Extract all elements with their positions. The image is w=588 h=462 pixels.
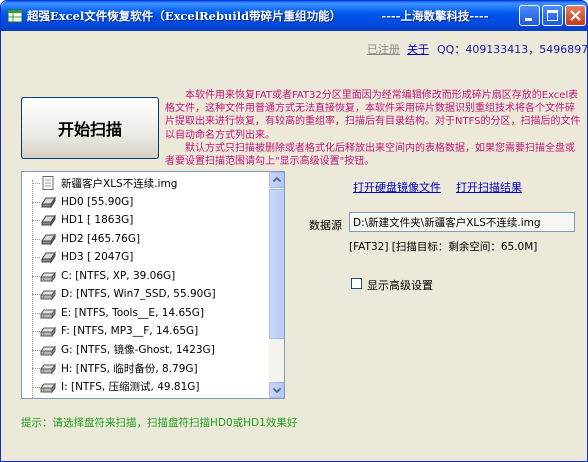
drive-tree-item-label: HD1 [ 1863G]: [61, 214, 134, 226]
open-scan-results-link[interactable]: 打开扫描结果: [456, 179, 522, 195]
drive-tree-item-label: C: [NTFS, XP, 39.06G]: [61, 269, 176, 282]
partition-icon: [40, 382, 56, 393]
drive-tree[interactable]: 新疆客户XLS不连续.img HD0 [55.90G] HD1 [ 1863G] HD…: [21, 171, 285, 399]
partition-icon: [40, 308, 56, 319]
drive-tree-item[interactable]: F: [NTFS, MP3__F, 14.65G]: [40, 322, 198, 340]
scroll-thumb[interactable]: [269, 189, 284, 339]
drive-tree-item[interactable]: HD2 [465.76G]: [40, 230, 140, 248]
partition-icon: [40, 345, 56, 356]
minimize-button[interactable]: [519, 5, 540, 26]
drive-tree-item[interactable]: C: [NTFS, XP, 39.06G]: [40, 267, 175, 285]
drive-tree-item[interactable]: I: [NTFS, 压缩测试, 49.81G]: [40, 378, 200, 396]
drive-tree-item[interactable]: 新疆客户XLS不连续.img: [40, 174, 177, 192]
open-disk-image-link[interactable]: 打开硬盘镜像文件: [353, 179, 441, 195]
start-scan-button[interactable]: 开始扫描: [21, 97, 159, 159]
partition-icon: [40, 271, 56, 282]
drive-tree-item[interactable]: H: [NTFS, 临时备份, 8.79G]: [40, 359, 198, 377]
title-bar[interactable]: 超强Excel文件恢复软件（ExcelRebuild带碎片重组功能） ----上…: [1, 1, 587, 31]
hard-disk-icon: [41, 232, 56, 246]
partition-icon: [40, 326, 56, 338]
hard-disk-icon: [41, 214, 56, 227]
drive-tree-item-label: H: [NTFS, 临时备份, 8.79G]: [61, 362, 198, 375]
window-title: 超强Excel文件恢复软件（ExcelRebuild带碎片重组功能） ----上…: [27, 9, 489, 23]
tree-connector-tick: [32, 238, 40, 240]
minimize-icon: [525, 18, 532, 21]
drive-tree-item-label: HD3 [ 2047G]: [61, 251, 134, 263]
drive-tree-item[interactable]: J: [FAT32, TEST, 344.4M]: [40, 396, 189, 399]
scan-target-status: [FAT32] [扫描目标：剩余空间：65.0M]: [349, 241, 538, 253]
partition-icon: [40, 289, 56, 301]
drive-tree-item-label: D: [NTFS, Win7_SSD, 55.90G]: [61, 288, 216, 300]
drive-tree-item-label: HD2 [465.76G]: [61, 232, 141, 245]
tree-connector-tick: [32, 220, 40, 221]
hard-disk-icon: [41, 195, 56, 209]
drive-tree-item-label: 新疆客户XLS不连续.img: [61, 177, 178, 190]
tree-connector-tick: [32, 331, 40, 332]
app-window: 超强Excel文件恢复软件（ExcelRebuild带碎片重组功能） ----上…: [0, 0, 588, 462]
scroll-up-button[interactable]: [269, 172, 284, 188]
qq-contact: QQ：409133413，54968973: [437, 43, 588, 56]
tree-connector: [32, 180, 33, 398]
drive-tree-item[interactable]: HD0 [55.90G]: [40, 193, 133, 211]
advanced-settings-label[interactable]: 显示高级设置: [367, 277, 433, 293]
tree-connector-tick: [32, 294, 40, 295]
drive-tree-item[interactable]: G: [NTFS, 镜像-Ghost, 1423G]: [40, 341, 215, 359]
tree-connector-tick: [32, 183, 40, 184]
drive-tree-item-label: E: [NTFS, Tools__E, 14.65G]: [61, 306, 205, 319]
drive-tree-item[interactable]: HD1 [ 1863G]: [40, 211, 133, 229]
close-button[interactable]: [565, 5, 586, 26]
tree-connector-tick: [32, 201, 40, 203]
about-link[interactable]: 关于: [407, 41, 429, 57]
app-icon: [7, 9, 23, 23]
partition-icon: [40, 363, 56, 375]
drive-tree-item-label: G: [NTFS, 镜像-Ghost, 1423G]: [61, 344, 215, 356]
tree-connector-tick: [32, 349, 40, 351]
tree-connector-tick: [32, 275, 40, 277]
tree-connector-tick: [32, 257, 40, 258]
tree-connector-tick: [32, 368, 40, 369]
data-source-path-field[interactable]: D:\新建文件夹\新疆客户XLS不连续.img: [349, 212, 575, 232]
maximize-icon: [547, 10, 558, 21]
close-icon: [570, 10, 581, 21]
hint-text: 提示：请选择盘符来扫描，扫描盘符扫描HD0或HD1效果好: [21, 417, 298, 429]
drive-tree-item-label: HD0 [55.90G]: [61, 195, 134, 208]
image-file-icon: [42, 176, 54, 190]
drive-tree-item-label: F: [NTFS, MP3__F, 14.65G]: [61, 325, 199, 337]
drive-tree-item-label: I: [NTFS, 压缩测试, 49.81G]: [61, 381, 200, 393]
partition-icon: [40, 398, 56, 399]
registered-link[interactable]: 已注册: [367, 41, 400, 57]
data-source-label: 数据源: [309, 219, 342, 232]
tree-connector-tick: [32, 312, 40, 314]
arrow-down-icon: [272, 387, 282, 394]
arrow-up-icon: [272, 176, 282, 183]
drive-tree-item[interactable]: D: [NTFS, Win7_SSD, 55.90G]: [40, 285, 216, 303]
drive-tree-item[interactable]: E: [NTFS, Tools__E, 14.65G]: [40, 304, 204, 322]
advanced-settings-checkbox[interactable]: [351, 278, 362, 289]
description-text: 本软件用来恢复FAT或者FAT32分区里面因为经常编辑修改而形成碎片扇区存放的E…: [165, 90, 581, 168]
drive-tree-item[interactable]: HD3 [ 2047G]: [40, 248, 133, 266]
tree-connector-tick: [32, 386, 40, 388]
tree-scrollbar[interactable]: [269, 172, 284, 398]
scroll-down-button[interactable]: [269, 382, 284, 398]
hard-disk-icon: [41, 251, 56, 264]
maximize-button[interactable]: [542, 5, 563, 26]
